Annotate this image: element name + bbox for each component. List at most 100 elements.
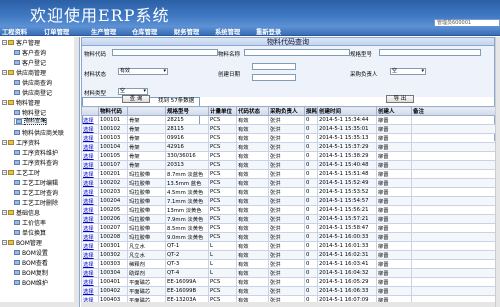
table-cell: 骨架 (127, 124, 166, 134)
spec-input[interactable] (379, 49, 481, 56)
collapse-icon[interactable]: − (2, 69, 7, 75)
table-cell: PCS (208, 178, 237, 188)
select-link[interactable]: 选择 (81, 178, 99, 188)
tree-node-worktime[interactable]: − 工艺工时 (2, 168, 40, 177)
table-cell: 100204 (98, 196, 128, 206)
select-link[interactable]: 选择 (81, 187, 99, 197)
select-link[interactable]: 选择 (81, 160, 99, 170)
col-header-status[interactable]: 代码状态 (236, 106, 269, 116)
table-cell-remark (411, 241, 496, 251)
table-row: 选择 100208 玛拉胶带 9.0mm 淡黄色 PCS 有效 张洪 0 2014-5-1 16… (81, 232, 496, 242)
create-date-from-input[interactable] (252, 63, 296, 70)
tree-item-worktime-query[interactable]: 工艺工时查询 (14, 188, 58, 197)
material-status-select[interactable]: 有效 (118, 68, 168, 75)
table-cell: 100208 (98, 232, 128, 242)
table-cell-remark (411, 142, 496, 152)
tree-node-customer[interactable]: − 客户管理 (2, 38, 40, 47)
buyer-select[interactable]: 空 (390, 68, 426, 75)
menu-engineering[interactable]: 工程资料 (2, 27, 27, 36)
tree-item-material-register[interactable]: 物料登记 (14, 108, 46, 117)
table-cell: 张洪 (268, 178, 305, 188)
tree-item-material-query[interactable]: 物料查询 (14, 118, 48, 125)
menu-orders[interactable]: 订单管理 (44, 27, 69, 36)
select-link[interactable]: 选择 (81, 241, 99, 251)
tree-item-bom-setup[interactable]: BOM设置 (14, 248, 48, 257)
menu-system[interactable]: 系统管理 (215, 27, 240, 36)
create-date-to-input[interactable] (252, 74, 296, 81)
select-link[interactable]: 选择 (81, 268, 99, 278)
material-name-input[interactable] (244, 49, 350, 56)
col-header-unit[interactable]: 计量单位 (208, 106, 237, 116)
sidebar-vertical-scrollbar[interactable] (74, 37, 79, 307)
col-header-created[interactable]: 创建时间 (317, 106, 377, 116)
select-link[interactable]: 选择 (81, 205, 99, 215)
col-header-buyer[interactable]: 采购负责人 (268, 106, 305, 116)
material-type-select[interactable]: 空 (118, 88, 148, 95)
tree-item-supplier-query[interactable]: 供应商查询 (14, 78, 52, 87)
table-cell: PCS (208, 205, 237, 215)
select-link[interactable]: 选择 (81, 250, 99, 260)
tree-item-supplier-register[interactable]: 供应商登记 (14, 88, 52, 97)
select-link[interactable]: 选择 (81, 223, 99, 233)
table-cell: 玛拉胶带 (127, 232, 166, 242)
select-link[interactable]: 选择 (81, 133, 99, 143)
menu-production[interactable]: 生产管理 (91, 27, 116, 36)
menu-finance[interactable]: 财务管理 (174, 27, 199, 36)
tree-item-bom-maintain[interactable]: BOM维护 (14, 278, 48, 287)
table-cell: 0 (304, 277, 318, 287)
col-header-remark[interactable]: 备注 (411, 106, 496, 116)
content-vertical-scrollbar[interactable] (495, 37, 500, 307)
table-cell: 平面磁芯 (127, 286, 166, 296)
tree-item-bom-view[interactable]: BOM查看 (14, 258, 48, 267)
select-link[interactable]: 选择 (81, 169, 99, 179)
col-header-loss[interactable]: 损耗 (304, 106, 318, 116)
collapse-icon[interactable]: − (2, 169, 7, 175)
select-link[interactable]: 选择 (81, 214, 99, 224)
select-link[interactable]: 选择 (81, 232, 99, 242)
table-cell: 0 (304, 151, 318, 161)
col-header-creator[interactable]: 创建人 (376, 106, 412, 116)
tree-item-material-supplier-link[interactable]: 物料供应商关联 (14, 128, 64, 137)
tree-item-worktime-delete[interactable]: 工艺工时删除 (14, 198, 58, 207)
tree-node-bom[interactable]: − BOM管理 (2, 238, 42, 247)
menu-relogin[interactable]: 重新登录 (256, 27, 281, 36)
export-button[interactable]: 导 出 (386, 95, 414, 103)
tree-item-customer-query[interactable]: 客户查询 (14, 48, 46, 57)
select-link[interactable]: 选择 (81, 196, 99, 206)
collapse-icon[interactable]: − (2, 99, 7, 105)
sidebar-horizontal-scrollbar[interactable] (0, 302, 79, 307)
collapse-icon[interactable]: − (2, 209, 7, 215)
col-header-spec[interactable]: 规格型号 (165, 106, 209, 116)
table-cell: PCS (208, 196, 237, 206)
tree-node-process[interactable]: − 工序资料 (2, 138, 40, 147)
select-link[interactable]: 选择 (81, 286, 99, 296)
tree-item-bom-copy[interactable]: BOM复制 (14, 268, 48, 277)
table-cell-remark (411, 268, 496, 278)
select-link[interactable]: 选择 (81, 115, 99, 125)
tree-item-process-maintain[interactable]: 工序资料维护 (14, 148, 58, 157)
material-code-input[interactable] (112, 49, 218, 56)
collapse-icon[interactable]: − (2, 139, 7, 145)
menu-warehouse[interactable]: 仓库管理 (132, 27, 157, 36)
content-horizontal-scrollbar[interactable] (81, 302, 495, 307)
tree-item-process-query[interactable]: 工序资料查询 (14, 158, 58, 167)
collapse-icon[interactable]: − (2, 239, 7, 245)
select-link[interactable]: 选择 (81, 151, 99, 161)
table-cell: 100202 (98, 178, 128, 188)
table-cell: 有效 (236, 259, 269, 269)
select-link[interactable]: 选择 (81, 277, 99, 287)
collapse-icon[interactable]: − (2, 39, 7, 45)
select-link[interactable]: 选择 (81, 124, 99, 134)
tree-item-labor-rate[interactable]: 工价信率 (14, 218, 46, 227)
tree-node-basic[interactable]: − 基础信息 (2, 208, 40, 217)
tree-item-customer-register[interactable]: 客户登记 (14, 58, 46, 67)
tree-item-unit-conversion[interactable]: 单位换算 (14, 228, 46, 237)
tree-node-material[interactable]: − 物料管理 (2, 98, 40, 107)
tree-item-worktime-edit[interactable]: 工艺工时编辑 (14, 178, 58, 187)
col-header-code[interactable]: 物料代码 (98, 106, 128, 116)
query-button[interactable]: 查 询 (122, 95, 150, 103)
select-link[interactable]: 选择 (81, 259, 99, 269)
tree-node-supplier[interactable]: − 供应商管理 (2, 68, 46, 77)
table-cell: 柳晋 (376, 187, 412, 197)
select-link[interactable]: 选择 (81, 142, 99, 152)
